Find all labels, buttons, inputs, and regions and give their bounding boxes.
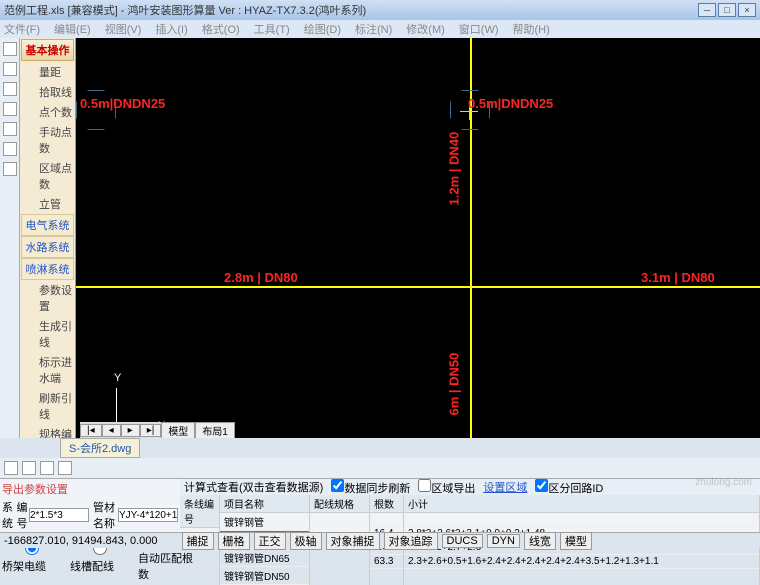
menu-view[interactable]: 视图(V) <box>105 21 142 37</box>
nav-prev-icon[interactable]: ◂ <box>102 424 121 437</box>
menu-tools[interactable]: 工具(T) <box>254 21 290 37</box>
tool-icon[interactable] <box>40 461 54 475</box>
ucs-icon: X Y <box>116 378 166 428</box>
tool-icon[interactable] <box>3 142 17 156</box>
item-specedit[interactable]: 规格编辑 <box>21 424 74 438</box>
link-setarea[interactable]: 设置区域 <box>483 479 527 495</box>
coord-display: -166827.010, 91494.843, 0.000 <box>4 535 158 547</box>
tool-icon[interactable] <box>22 461 36 475</box>
pipe-horizontal <box>76 286 760 288</box>
params-panel: 导出参数设置 系统 编号 管材名称 桥架电缆 线槽配线 自动匹配根数 计算式查看… <box>0 478 760 532</box>
pipe-input[interactable] <box>118 508 178 522</box>
titlebar: 范例工程.xls [兼容模式] - 鸿叶安装图形算量 Ver : HYAZ-TX… <box>0 0 760 20</box>
menu-insert[interactable]: 插入(I) <box>155 21 187 37</box>
pipe-label: 6m | DN50 <box>447 353 462 416</box>
calc-header: 计算式查看(双击查看数据源) 数据同步刷新 区域导出 设置区域 区分回路ID <box>180 479 760 495</box>
table-cell[interactable]: 镀锌钢管DN50 <box>220 567 309 585</box>
file-tab[interactable]: S-会所2.dwg <box>60 438 140 458</box>
status-otrack[interactable]: 对象追踪 <box>384 532 438 550</box>
calc-title: 计算式查看(双击查看数据源) <box>184 479 323 495</box>
status-grid[interactable]: 栅格 <box>218 532 250 550</box>
maximize-button[interactable]: □ <box>718 3 736 17</box>
status-snap[interactable]: 捕捉 <box>182 532 214 550</box>
checkbox-area[interactable]: 区域导出 <box>418 479 475 496</box>
pipe-label: 1.2m | DN40 <box>447 132 462 206</box>
tool-icon[interactable] <box>3 82 17 96</box>
menu-format[interactable]: 格式(O) <box>202 21 240 37</box>
drawing-canvas[interactable]: 0.5m|DNDN25 0.5m|DNDN25 2.8m | DN80 3.1m… <box>76 38 760 438</box>
pipe-label: 0.5m|DNDN25 <box>468 96 553 111</box>
menu-window[interactable]: 窗口(W) <box>459 21 499 37</box>
status-dyn[interactable]: DYN <box>487 534 520 548</box>
status-lwt[interactable]: 线宽 <box>524 532 556 550</box>
checkbox-sync[interactable]: 数据同步刷新 <box>331 479 410 496</box>
tool-icon[interactable] <box>3 62 17 76</box>
bottom-toolbar <box>0 458 760 478</box>
item-genguide[interactable]: 生成引线 <box>21 316 74 352</box>
app-title: 范例工程.xls [兼容模式] - 鸿叶安装图形算量 Ver : HYAZ-TX… <box>4 2 366 18</box>
menu-modify[interactable]: 修改(M) <box>406 21 445 37</box>
side-panel: 基本操作 量距 拾取线 点个数 手动点数 区域点数 立管 电气系统 水路系统 喷… <box>20 38 76 438</box>
checkbox-loopid[interactable]: 区分回路ID <box>535 479 603 496</box>
btn-water[interactable]: 水路系统 <box>21 236 74 258</box>
pipe-label2: 管材名称 <box>93 499 118 531</box>
table-cell: 63.3 <box>370 555 403 569</box>
th-name: 项目名称 <box>220 495 309 513</box>
pipe-label: 3.1m | DN80 <box>641 270 715 285</box>
menu-edit[interactable]: 编辑(E) <box>54 21 91 37</box>
sysno-input[interactable] <box>29 508 89 522</box>
status-ortho[interactable]: 正交 <box>254 532 286 550</box>
tool-icon[interactable] <box>4 461 18 475</box>
left-toolbar <box>0 38 20 438</box>
tab-layout1[interactable]: 布局1 <box>195 422 235 439</box>
menu-help[interactable]: 帮助(H) <box>513 21 550 37</box>
item-pickline[interactable]: 拾取线 <box>21 82 74 102</box>
table-cell[interactable]: 镀锌钢管DN65 <box>220 549 309 567</box>
tool-icon[interactable] <box>3 162 17 176</box>
btn-electric[interactable]: 电气系统 <box>21 214 74 236</box>
item-refresh[interactable]: 刷新引线 <box>21 388 74 424</box>
status-model[interactable]: 模型 <box>560 532 592 550</box>
nav-last-icon[interactable]: ▸| <box>140 424 162 437</box>
status-ducs[interactable]: DUCS <box>442 534 483 548</box>
file-tabs: S-会所2.dwg <box>0 438 760 458</box>
status-osnap[interactable]: 对象捕捉 <box>326 532 380 550</box>
status-bar: -166827.010, 91494.843, 0.000 捕捉 栅格 正交 极… <box>0 532 760 548</box>
table-cell[interactable]: 镀锌钢管 <box>220 513 309 531</box>
menu-file[interactable]: 文件(F) <box>4 21 40 37</box>
export-params-label: 导出参数设置 <box>2 481 68 497</box>
tool-icon[interactable] <box>3 102 17 116</box>
th-qty: 根数 <box>370 495 403 513</box>
panel-header-basic[interactable]: 基本操作 <box>21 39 74 61</box>
nav-first-icon[interactable]: |◂ <box>80 424 102 437</box>
sys-label: 系统 <box>2 499 15 531</box>
table-cell: 2.3+2.6+0.5+1.6+2.4+2.4+2.4+2.4+2.4+3.5+… <box>404 555 759 569</box>
menu-dim[interactable]: 标注(N) <box>355 21 392 37</box>
th-lineno: 条线编号 <box>180 495 219 528</box>
menubar: 文件(F) 编辑(E) 视图(V) 插入(I) 格式(O) 工具(T) 绘图(D… <box>0 20 760 38</box>
btn-sprinkler[interactable]: 喷淋系统 <box>21 258 74 280</box>
tool-icon[interactable] <box>3 122 17 136</box>
pipe-label: 0.5m|DNDN25 <box>80 96 165 111</box>
menu-draw[interactable]: 绘图(D) <box>304 21 341 37</box>
item-pointcount[interactable]: 点个数 <box>21 102 74 122</box>
item-params[interactable]: 参数设置 <box>21 280 74 316</box>
tool-icon[interactable] <box>58 461 72 475</box>
item-areapoint[interactable]: 区域点数 <box>21 158 74 194</box>
tab-model[interactable]: 模型 <box>161 422 195 439</box>
nav-next-icon[interactable]: ▸ <box>121 424 140 437</box>
status-polar[interactable]: 极轴 <box>290 532 322 550</box>
close-button[interactable]: × <box>738 3 756 17</box>
minimize-button[interactable]: － <box>698 3 716 17</box>
pipe-label: 2.8m | DN80 <box>224 270 298 285</box>
th-spec: 配线规格 <box>310 495 369 513</box>
th-subtotal: 小计 <box>404 495 759 513</box>
item-measure[interactable]: 量距 <box>21 62 74 82</box>
item-riser[interactable]: 立管 <box>21 194 74 214</box>
item-markinlet[interactable]: 标示进水端 <box>21 352 74 388</box>
tool-icon[interactable] <box>3 42 17 56</box>
viewport-tabs: |◂ ◂ ▸ ▸| 模型 布局1 <box>80 422 235 438</box>
sysno-label: 编号 <box>17 499 30 531</box>
item-manualpoint[interactable]: 手动点数 <box>21 122 74 158</box>
